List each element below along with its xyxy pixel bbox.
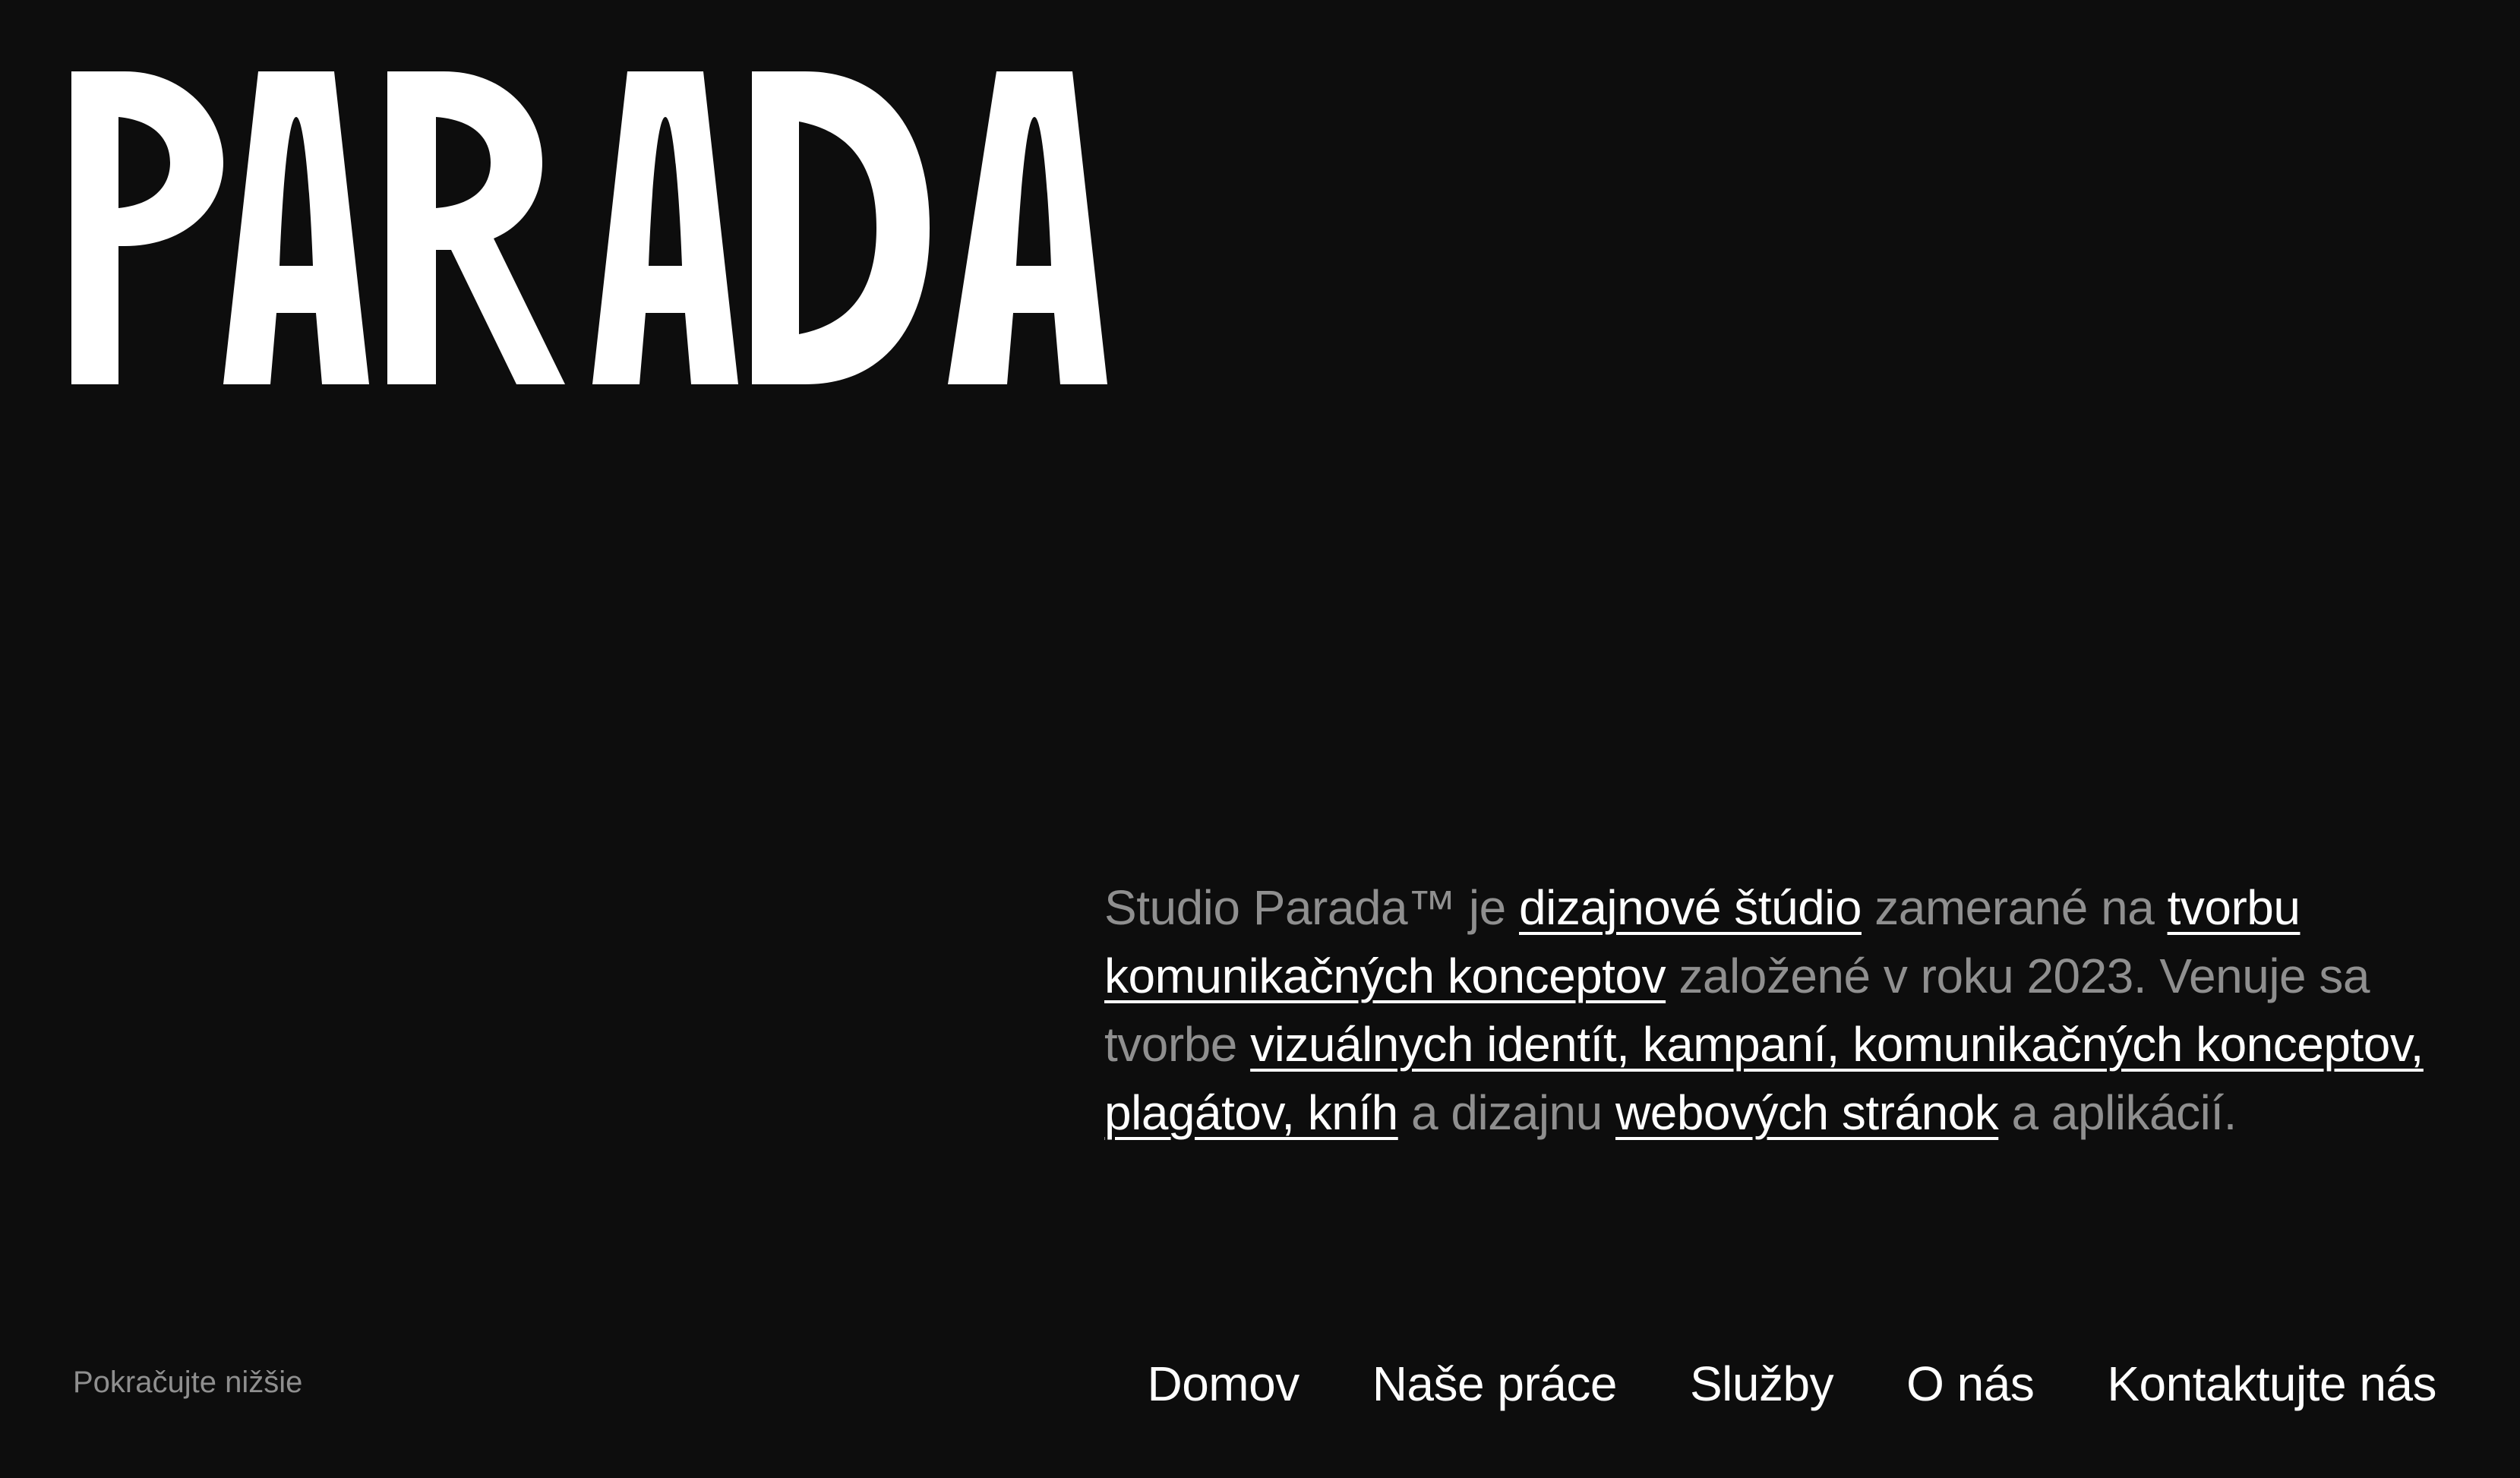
intro-text-5: a aplikácií. (1998, 1085, 2237, 1140)
studio-intro: Studio Parada™ je dizajnové štúdio zamer… (1104, 873, 2441, 1147)
nav-contact[interactable]: Kontaktujte nás (2107, 1353, 2436, 1414)
nav-home[interactable]: Domov (1147, 1353, 1299, 1414)
link-design-studio[interactable]: dizajnové štúdio (1519, 880, 1862, 935)
nav-about[interactable]: O nás (1906, 1353, 2035, 1414)
parada-logo[interactable] (71, 71, 1107, 384)
nav-services[interactable]: Služby (1690, 1353, 1834, 1414)
parada-wordmark-icon (71, 71, 1107, 384)
main-nav: Domov Naše práce Služby O nás Kontaktujt… (1147, 1353, 2436, 1414)
intro-text-2: zamerané na (1861, 880, 2168, 935)
link-websites[interactable]: webových stránok (1615, 1085, 1999, 1140)
intro-text-4: a dizajnu (1397, 1085, 1615, 1140)
intro-text-1: Studio Parada™ je (1104, 880, 1519, 935)
nav-work[interactable]: Naše práce (1372, 1353, 1618, 1414)
scroll-hint: Pokračujte nižšie (73, 1366, 303, 1399)
